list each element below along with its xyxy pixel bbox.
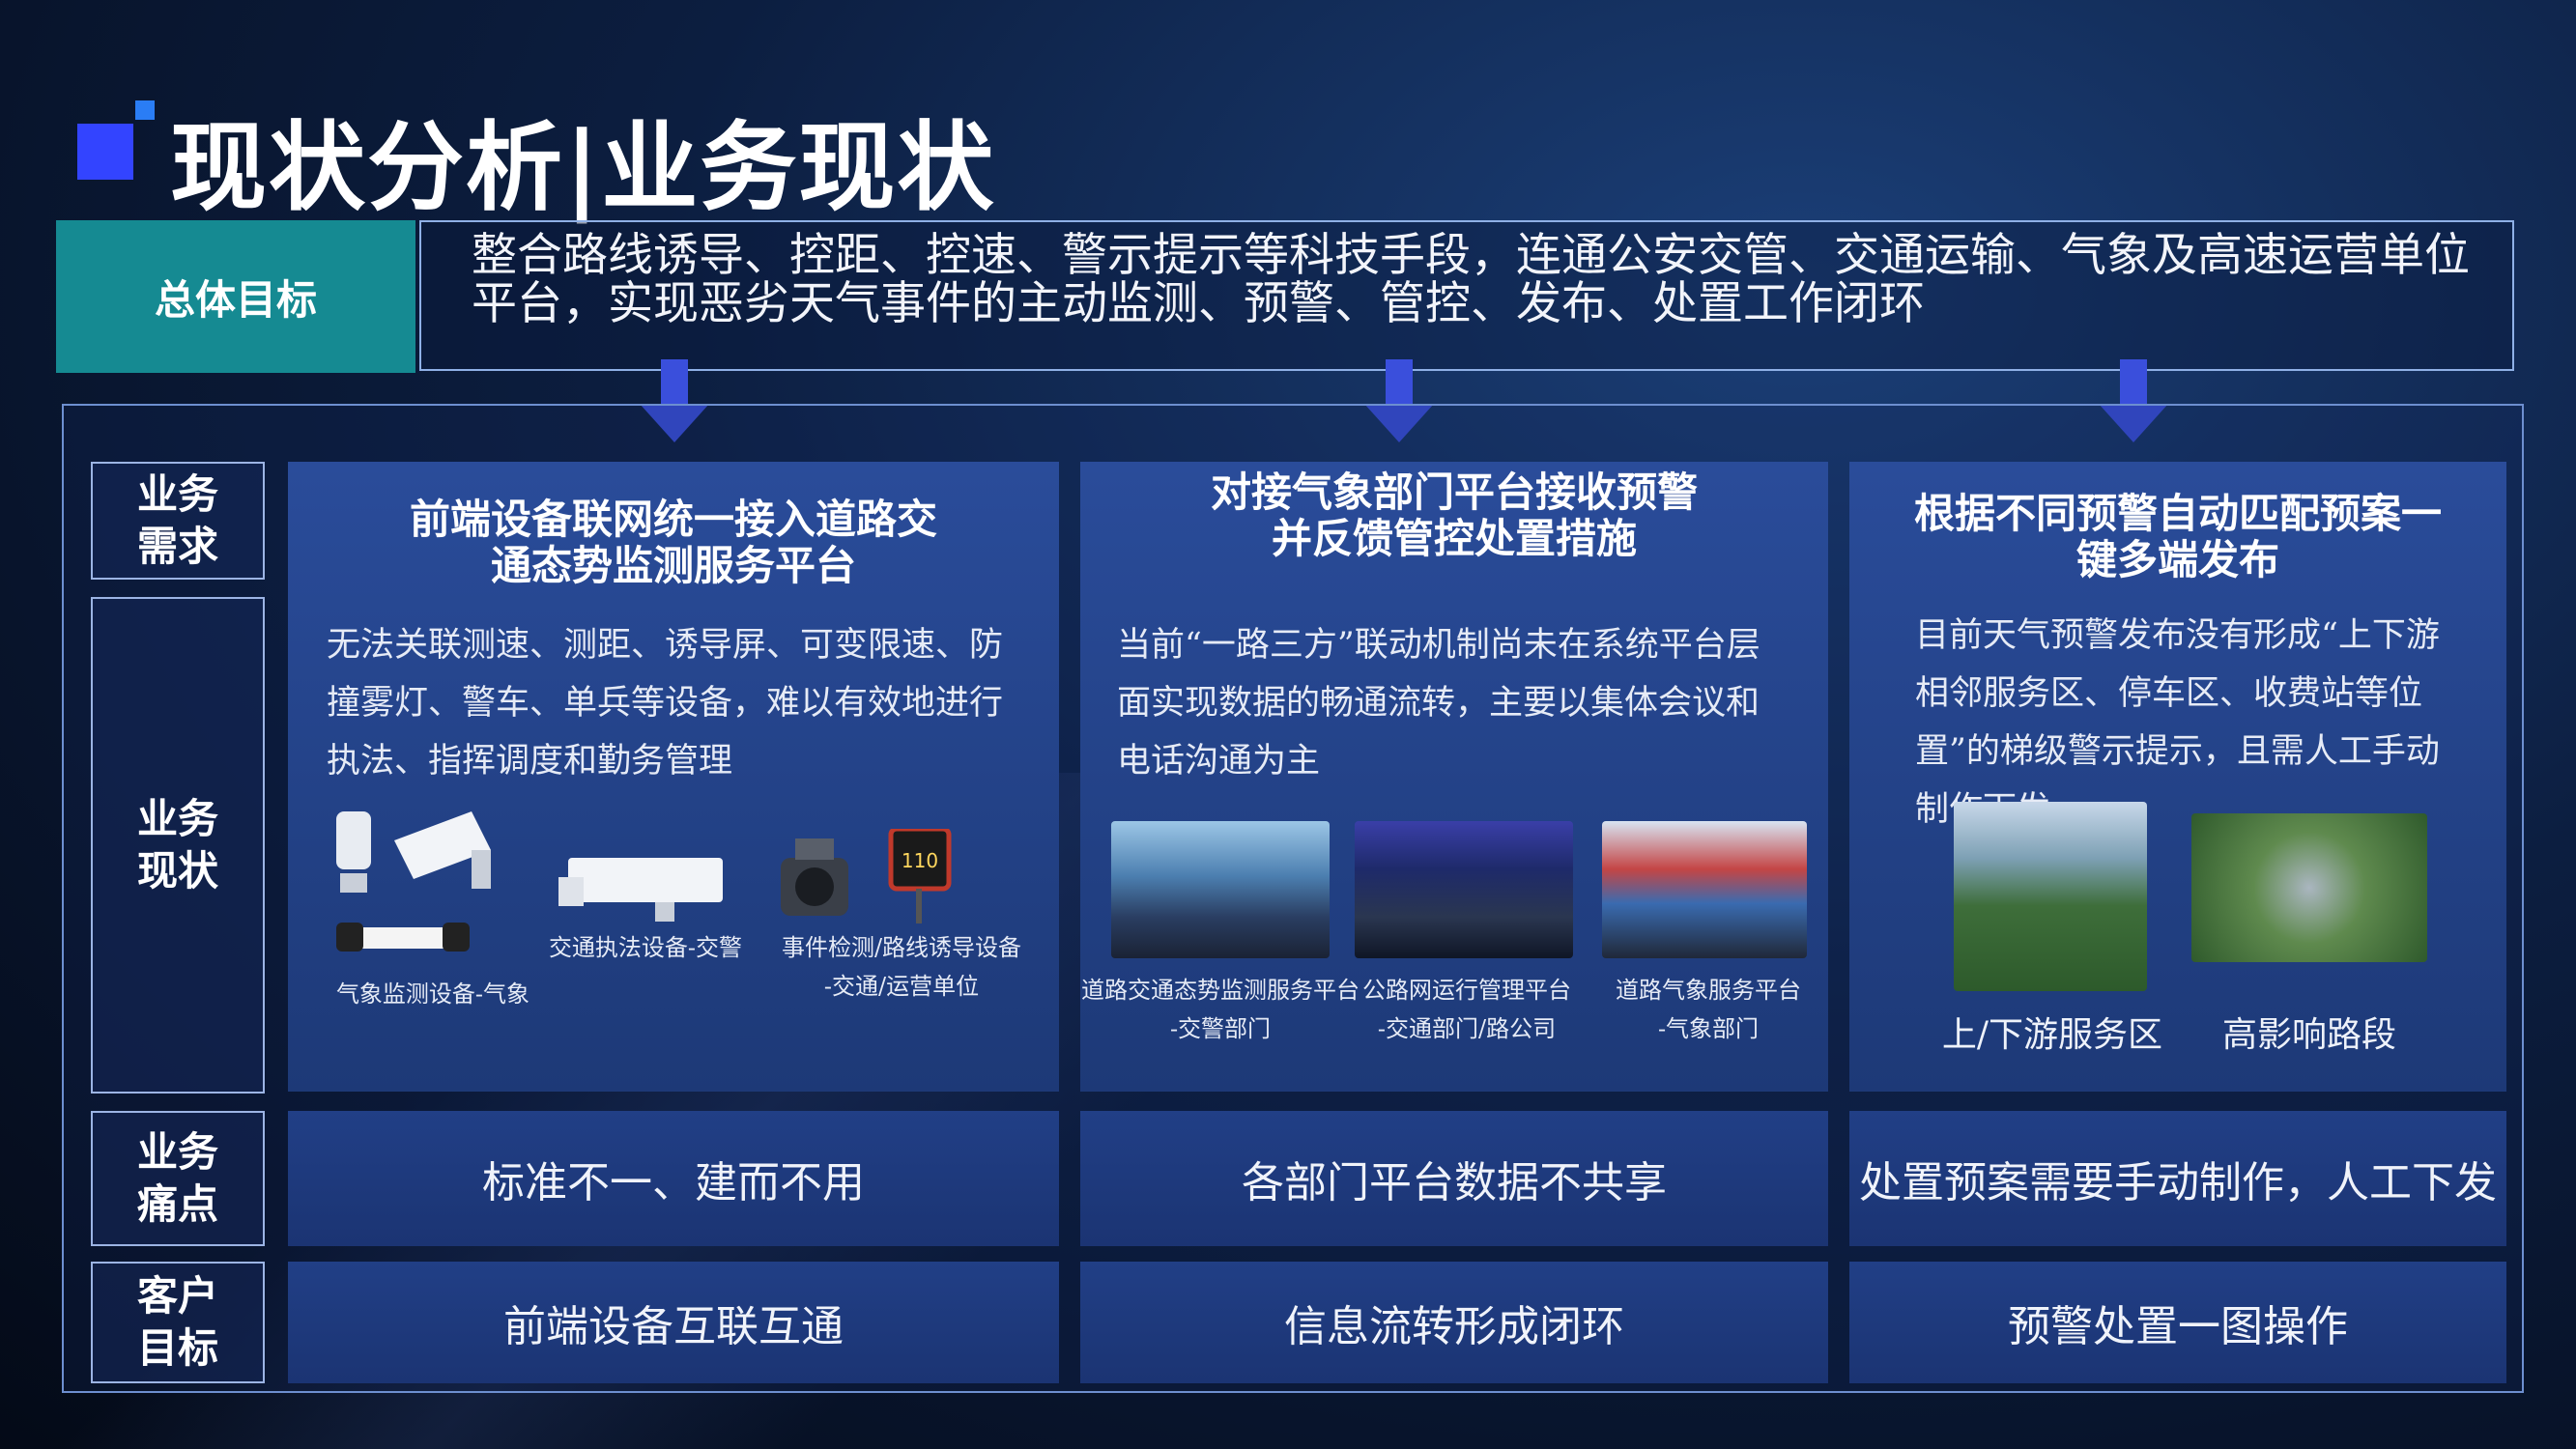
caption-traffic-platform-dept: -交警部门 [1169, 1015, 1272, 1042]
caption-highway-platform-dept: -交通部门/路公司 [1377, 1015, 1557, 1042]
row-label-demand: 业务需求 [91, 462, 265, 580]
caption-weather-device: 气象监测设备-气象 [335, 980, 530, 1008]
caption-traffic-platform: 道路交通态势监测服务平台 [1081, 977, 1360, 1004]
caption-enforcement-device: 交通执法设备-交警 [548, 934, 743, 961]
column-1-status: 无法关联测速、测距、诱导屏、可变限速、防撞雾灯、警车、单兵等设备，难以有效地进行… [327, 626, 1004, 781]
caption-detection-device: 事件检测/路线诱导设备 [781, 934, 1022, 961]
row-label-text: 业务痛点 [136, 1128, 218, 1228]
row-label-target: 客户目标 [91, 1262, 265, 1383]
weather-sensor-icon [336, 811, 491, 952]
column-2-demand: 对接气象部门平台接收预警并反馈管控处置措施 [1210, 469, 1698, 562]
target-cell-1: 前端设备互联互通 [288, 1262, 1059, 1383]
column-3-demand: 根据不同预警自动匹配预案一键多端发布 [1913, 490, 2442, 583]
sign-text: 110 [902, 849, 938, 872]
column-2-panel: 对接气象部门平台接收预警并反馈管控处置措施 当前“一路三方”联动机制尚未在系统平… [1080, 462, 1828, 1092]
target-cell-2: 信息流转形成闭环 [1080, 1262, 1828, 1383]
row-label-text: 业务现状 [136, 795, 218, 895]
column-1-panel: 前端设备联网统一接入道路交通态势监测服务平台 无法关联测速、测距、诱导屏、可变限… [288, 462, 1059, 1092]
road-sign-icon: 110 [888, 829, 952, 923]
service-area-image [1954, 802, 2147, 991]
column-2-status: 当前“一路三方”联动机制尚未在系统平台层面实现数据的畅通流转，主要以集体会议和电… [1117, 626, 1760, 781]
caption-service-area: 上/下游服务区 [1941, 1015, 2163, 1055]
traffic-monitoring-platform-image [1111, 821, 1330, 958]
row-label-text: 业务需求 [136, 470, 218, 570]
caption-highway-platform: 公路网运行管理平台 [1362, 977, 1571, 1004]
caption-high-impact-road: 高影响路段 [2221, 1015, 2396, 1055]
road-weather-platform-image [1602, 821, 1807, 958]
pain-cell-1: 标准不一、建而不用 [288, 1111, 1059, 1246]
target-cell-3: 预警处置一图操作 [1849, 1262, 2506, 1383]
camera-icon [558, 858, 723, 922]
title-small-square-icon [135, 100, 155, 120]
column-3-panel: 根据不同预警自动匹配预案一键多端发布 目前天气预警发布没有形成“上下游相邻服务区… [1849, 462, 2506, 1092]
row-label-text: 客户目标 [136, 1272, 218, 1372]
title-square-icon [77, 124, 133, 180]
row-label-status: 业务现状 [91, 597, 265, 1094]
pain-cell-3: 处置预案需要手动制作，人工下发 [1849, 1111, 2506, 1246]
caption-weather-platform-dept: -气象部门 [1657, 1015, 1760, 1042]
goal-label: 总体目标 [56, 220, 415, 373]
caption-weather-platform: 道路气象服务平台 [1616, 977, 1801, 1004]
goal-box: 整合路线诱导、控距、控速、警示提示等科技手段，连通公安交管、交通运输、气象及高速… [419, 220, 2514, 371]
column-1-demand: 前端设备联网统一接入道路交通态势监测服务平台 [409, 496, 937, 589]
row-label-pain: 业务痛点 [91, 1111, 265, 1246]
page-title: 现状分析|业务现状 [170, 110, 996, 224]
high-impact-road-image [2191, 813, 2427, 962]
goal-text: 整合路线诱导、控距、控速、警示提示等科技手段，连通公安交管、交通运输、气象及高速… [472, 229, 2470, 330]
pain-cell-2: 各部门平台数据不共享 [1080, 1111, 1828, 1246]
highway-network-platform-image [1355, 821, 1573, 958]
caption-detection-device-unit: -交通/运营单位 [823, 973, 980, 1000]
